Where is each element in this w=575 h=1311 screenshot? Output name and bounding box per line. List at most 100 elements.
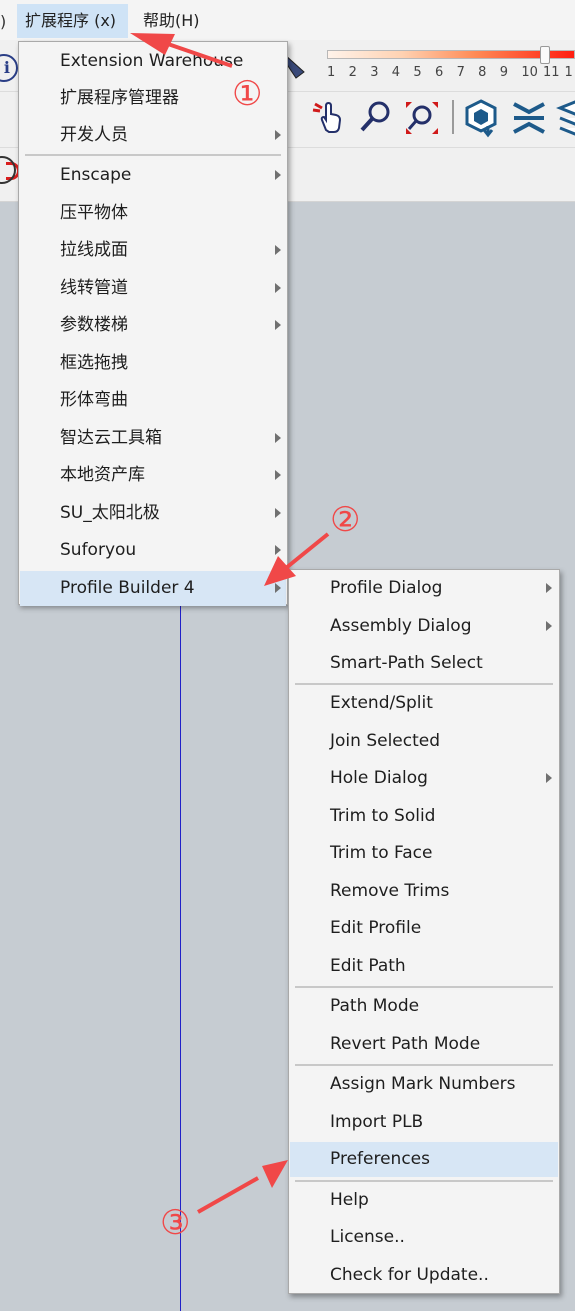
menu-item-label: Join Selected bbox=[330, 731, 441, 751]
menu-item-edit-profile[interactable]: Edit Profile bbox=[290, 911, 558, 946]
menu-item-开发人员[interactable]: 开发人员 bbox=[20, 118, 286, 153]
scale-tick-label: 9 bbox=[499, 65, 509, 80]
menu-item-hole-dialog[interactable]: Hole Dialog bbox=[290, 761, 558, 796]
menu-item-label: Help bbox=[330, 1190, 369, 1210]
menu-item-label: Profile Dialog bbox=[330, 578, 443, 598]
menu-item-label: 拉线成面 bbox=[60, 240, 128, 260]
submenu-arrow-icon bbox=[275, 170, 281, 180]
menu-item-label: Suforyou bbox=[60, 540, 137, 560]
slider-track[interactable] bbox=[327, 50, 575, 59]
menu-item-label: Edit Path bbox=[330, 956, 406, 976]
scale-tick-label: 1 bbox=[564, 65, 573, 80]
menu-item-check-for-update[interactable]: Check for Update.. bbox=[290, 1258, 558, 1293]
menu-separator bbox=[295, 1180, 553, 1182]
layers-icon[interactable] bbox=[556, 98, 575, 138]
zoom-extents-icon[interactable] bbox=[403, 98, 441, 138]
circle-tool-icon[interactable] bbox=[0, 156, 16, 184]
menu-item-label: Remove Trims bbox=[330, 881, 450, 901]
scale-tick-label: 10 bbox=[521, 65, 538, 80]
menu-item-revert-path-mode[interactable]: Revert Path Mode bbox=[290, 1027, 558, 1062]
menu-item-smart-path-select[interactable]: Smart-Path Select bbox=[290, 646, 558, 681]
menu-item-label: License.. bbox=[330, 1227, 405, 1247]
info-icon[interactable]: i bbox=[0, 54, 18, 82]
hand-pointer-icon[interactable] bbox=[310, 98, 348, 138]
submenu-arrow-icon bbox=[546, 621, 552, 631]
menu-item-压平物体[interactable]: 压平物体 bbox=[20, 196, 286, 231]
menu-item-label: Edit Profile bbox=[330, 918, 422, 938]
slider-thumb[interactable] bbox=[540, 46, 550, 64]
menu-item-profile-dialog[interactable]: Profile Dialog bbox=[290, 571, 558, 606]
menu-item-label: 形体弯曲 bbox=[60, 390, 128, 410]
menu-item-label: 本地资产库 bbox=[60, 465, 145, 485]
menu-item-assign-mark-numbers[interactable]: Assign Mark Numbers bbox=[290, 1067, 558, 1102]
menu-item-参数楼梯[interactable]: 参数楼梯 bbox=[20, 308, 286, 343]
menu-item-拉线成面[interactable]: 拉线成面 bbox=[20, 233, 286, 268]
menu-item-trim-to-solid[interactable]: Trim to Solid bbox=[290, 799, 558, 834]
scale-tick-label: 5 bbox=[413, 65, 422, 80]
menu-item-label: 参数楼梯 bbox=[60, 315, 128, 335]
menu-bar: ) 扩展程序 (x) 帮助(H) bbox=[0, 0, 575, 40]
menu-item-license[interactable]: License.. bbox=[290, 1220, 558, 1255]
submenu-arrow-icon bbox=[275, 130, 281, 140]
menu-item-enscape[interactable]: Enscape bbox=[20, 158, 286, 193]
menu-item-extend-split[interactable]: Extend/Split bbox=[290, 686, 558, 721]
extensions-menu: Extension Warehouse 扩展程序管理器 开发人员 Enscape 压平物… bbox=[18, 41, 288, 606]
scale-tick-label: 8 bbox=[478, 65, 487, 80]
magnifier-icon[interactable] bbox=[357, 98, 395, 138]
menu-item-label: 框选拖拽 bbox=[60, 353, 128, 373]
submenu-arrow-icon bbox=[275, 583, 281, 593]
menu-item-join-selected[interactable]: Join Selected bbox=[290, 724, 558, 759]
menu-item-线转管道[interactable]: 线转管道 bbox=[20, 271, 286, 306]
menu-item-label: 扩展程序管理器 bbox=[60, 88, 179, 108]
menu-item-label: Extend/Split bbox=[330, 693, 433, 713]
menu-item-profile-builder-4[interactable]: Profile Builder 4 bbox=[20, 571, 286, 606]
toolbar-separator bbox=[452, 100, 454, 134]
menu-item-label: Import PLB bbox=[330, 1112, 424, 1132]
menu-help[interactable]: 帮助(H) bbox=[135, 4, 208, 38]
menu-item-label: Assembly Dialog bbox=[330, 616, 472, 636]
profile-builder-submenu: Profile Dialog Assembly Dialog Smart-Path … bbox=[288, 569, 560, 1294]
submenu-arrow-icon bbox=[275, 283, 281, 293]
menu-item-import-plb[interactable]: Import PLB bbox=[290, 1105, 558, 1140]
menu-item-形体弯曲[interactable]: 形体弯曲 bbox=[20, 383, 286, 418]
menu-item-框选拖拽[interactable]: 框选拖拽 bbox=[20, 346, 286, 381]
menu-item-label: Trim to Face bbox=[330, 843, 433, 863]
menu-item-label: Revert Path Mode bbox=[330, 1034, 481, 1054]
menu-item-preferences[interactable]: Preferences bbox=[290, 1142, 558, 1177]
scale-tick-label: 2 bbox=[348, 65, 357, 80]
annotation-step-3: ③ bbox=[160, 1203, 191, 1243]
annotation-step-1: ① bbox=[232, 74, 263, 114]
menu-extensions[interactable]: 扩展程序 (x) bbox=[17, 4, 128, 38]
menu-separator bbox=[295, 683, 553, 685]
menu-item-path-mode[interactable]: Path Mode bbox=[290, 989, 558, 1024]
submenu-arrow-icon bbox=[546, 773, 552, 783]
package-download-icon[interactable] bbox=[462, 98, 500, 138]
menu-item-label: Trim to Solid bbox=[330, 806, 436, 826]
submenu-arrow-icon bbox=[275, 508, 281, 518]
menu-item-label: Extension Warehouse bbox=[60, 51, 244, 71]
menu-item-su-太阳北极[interactable]: SU_太阳北极 bbox=[20, 496, 286, 531]
menu-item-智达云工具箱[interactable]: 智达云工具箱 bbox=[20, 421, 286, 456]
menu-item-label: Preferences bbox=[330, 1149, 430, 1169]
menu-item-trim-to-face[interactable]: Trim to Face bbox=[290, 836, 558, 871]
menu-item-edit-path[interactable]: Edit Path bbox=[290, 949, 558, 984]
scale-tick-label: 3 bbox=[370, 65, 379, 80]
menu-separator bbox=[295, 986, 553, 988]
menu-item-label: Assign Mark Numbers bbox=[330, 1074, 516, 1094]
menu-item-help[interactable]: Help bbox=[290, 1183, 558, 1218]
unfold-arrows-icon[interactable] bbox=[510, 98, 548, 138]
annotation-step-2: ② bbox=[330, 500, 361, 540]
menu-item-label: Smart-Path Select bbox=[330, 653, 483, 673]
menu-item-label: Path Mode bbox=[330, 996, 420, 1016]
menu-item-label: 线转管道 bbox=[60, 278, 128, 298]
menu-item-remove-trims[interactable]: Remove Trims bbox=[290, 874, 558, 909]
slider-scale: 1 2 3 4 5 6 7 8 9 10 11 1 bbox=[327, 65, 575, 80]
submenu-arrow-icon bbox=[275, 245, 281, 255]
menu-item-本地资产库[interactable]: 本地资产库 bbox=[20, 458, 286, 493]
menu-item-suforyou[interactable]: Suforyou bbox=[20, 533, 286, 568]
menu-item-assembly-dialog[interactable]: Assembly Dialog bbox=[290, 609, 558, 644]
submenu-arrow-icon bbox=[275, 545, 281, 555]
submenu-arrow-icon bbox=[275, 433, 281, 443]
menu-item-label: 压平物体 bbox=[60, 203, 128, 223]
menu-item-label: 开发人员 bbox=[60, 125, 128, 145]
